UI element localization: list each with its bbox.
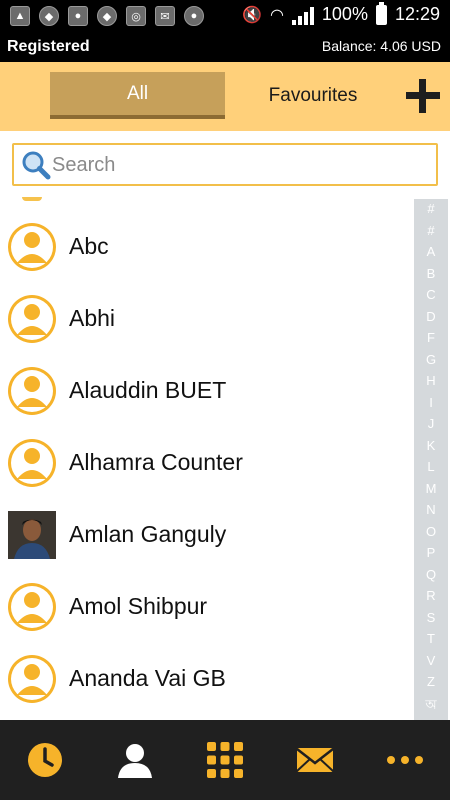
index-letter[interactable]: O — [414, 524, 448, 539]
contact-name: Amlan Ganguly — [69, 521, 227, 547]
contact-row[interactable]: Alhamra Counter — [0, 427, 412, 499]
contacts-icon[interactable] — [115, 740, 155, 780]
contact-name: Abhi — [69, 305, 116, 331]
index-letter[interactable]: T — [414, 631, 448, 646]
balance-label: Balance: 4.06 USD — [321, 38, 441, 54]
default-avatar-icon — [8, 583, 56, 631]
index-letter[interactable]: N — [414, 502, 448, 517]
default-avatar-icon — [8, 367, 56, 415]
clock-icon[interactable] — [25, 740, 65, 780]
add-contact-icon[interactable] — [406, 79, 440, 113]
app-header: Registered Balance: 4.06 USD — [0, 32, 450, 62]
index-letter[interactable]: # — [414, 201, 448, 216]
index-letter[interactable]: # — [414, 223, 448, 238]
mute-icon: 🔇 — [242, 6, 262, 24]
clock-time: 12:29 — [394, 4, 440, 24]
bottom-navigation — [0, 720, 450, 800]
envelope-icon[interactable] — [295, 740, 335, 780]
default-avatar-icon — [8, 439, 56, 487]
index-letter[interactable]: P — [414, 545, 448, 560]
contact-name: Alauddin BUET — [69, 377, 227, 403]
wifi-icon: ◠ — [269, 6, 284, 24]
index-letter[interactable]: D — [414, 309, 448, 324]
index-letter[interactable]: R — [414, 588, 448, 603]
registration-status: Registered — [7, 38, 90, 55]
signal-icon — [291, 5, 314, 25]
alphabet-index[interactable]: # # A B C D F G H I J K L M N O P Q R S T V Z অ — [414, 199, 448, 720]
index-letter[interactable]: G — [414, 352, 448, 367]
search-bar — [12, 143, 438, 186]
notification-icons: ▲ ◆ ● ◆ ◎ ✉ ● — [10, 6, 204, 26]
contact-row[interactable]: Abhi — [0, 283, 412, 355]
contact-row[interactable]: Amol Shibpur — [0, 571, 412, 643]
index-letter[interactable]: Q — [414, 567, 448, 582]
battery-icon — [375, 1, 387, 25]
shield-notification-icon-2: ◆ — [97, 6, 117, 26]
app-notification-icon-3: ● — [184, 6, 204, 26]
index-letter[interactable]: C — [414, 287, 448, 302]
previous-avatar-edge — [22, 197, 42, 201]
contact-row[interactable]: Alauddin BUET — [0, 355, 412, 427]
contact-name: Ananda Vai GB — [69, 665, 226, 691]
search-icon — [22, 151, 51, 180]
index-letter[interactable]: F — [414, 330, 448, 345]
shield-notification-icon: ◆ — [39, 6, 59, 26]
app-notification-icon-2: ◎ — [126, 6, 146, 26]
more-icon[interactable] — [385, 740, 425, 780]
index-letter[interactable]: A — [414, 244, 448, 259]
default-avatar-icon — [8, 295, 56, 343]
index-letter[interactable]: I — [414, 395, 448, 410]
tab-favourites[interactable]: Favourites — [228, 72, 398, 119]
index-letter[interactable]: M — [414, 481, 448, 496]
index-letter[interactable]: K — [414, 438, 448, 453]
tab-all[interactable]: All — [50, 72, 225, 119]
contact-photo — [8, 511, 56, 559]
index-letter[interactable]: J — [414, 416, 448, 431]
index-letter[interactable]: অ — [414, 696, 448, 717]
default-avatar-icon — [8, 655, 56, 703]
status-right: 🔇 ◠ 100% 12:29 — [242, 1, 440, 25]
index-letter[interactable]: S — [414, 610, 448, 625]
index-letter[interactable]: Z — [414, 674, 448, 689]
dialpad-icon[interactable] — [205, 740, 245, 780]
index-letter[interactable]: H — [414, 373, 448, 388]
contact-row[interactable]: Ananda Vai GB — [0, 643, 412, 715]
search-input[interactable] — [52, 150, 422, 180]
contact-row[interactable]: Amlan Ganguly — [0, 499, 412, 571]
contact-name: Alhamra Counter — [69, 449, 243, 475]
index-letter[interactable]: V — [414, 653, 448, 668]
contact-row[interactable]: Abc — [0, 211, 412, 283]
index-letter[interactable]: L — [414, 459, 448, 474]
contact-name: Abc — [69, 233, 109, 259]
index-letter[interactable]: B — [414, 266, 448, 281]
default-avatar-icon — [8, 223, 56, 271]
app-notification-icon: ● — [68, 6, 88, 26]
battery-percent: 100% — [321, 4, 368, 24]
contact-name: Amol Shibpur — [69, 593, 208, 619]
message-notification-icon: ✉ — [155, 6, 175, 26]
tab-bar: All Favourites — [0, 62, 450, 131]
image-notification-icon: ▲ — [10, 6, 30, 26]
contact-list[interactable]: Abc Abhi Alauddin BUET Alhamra Counter A… — [0, 197, 412, 720]
status-bar: ▲ ◆ ● ◆ ◎ ✉ ● 🔇 ◠ 100% 12:29 — [0, 0, 450, 32]
